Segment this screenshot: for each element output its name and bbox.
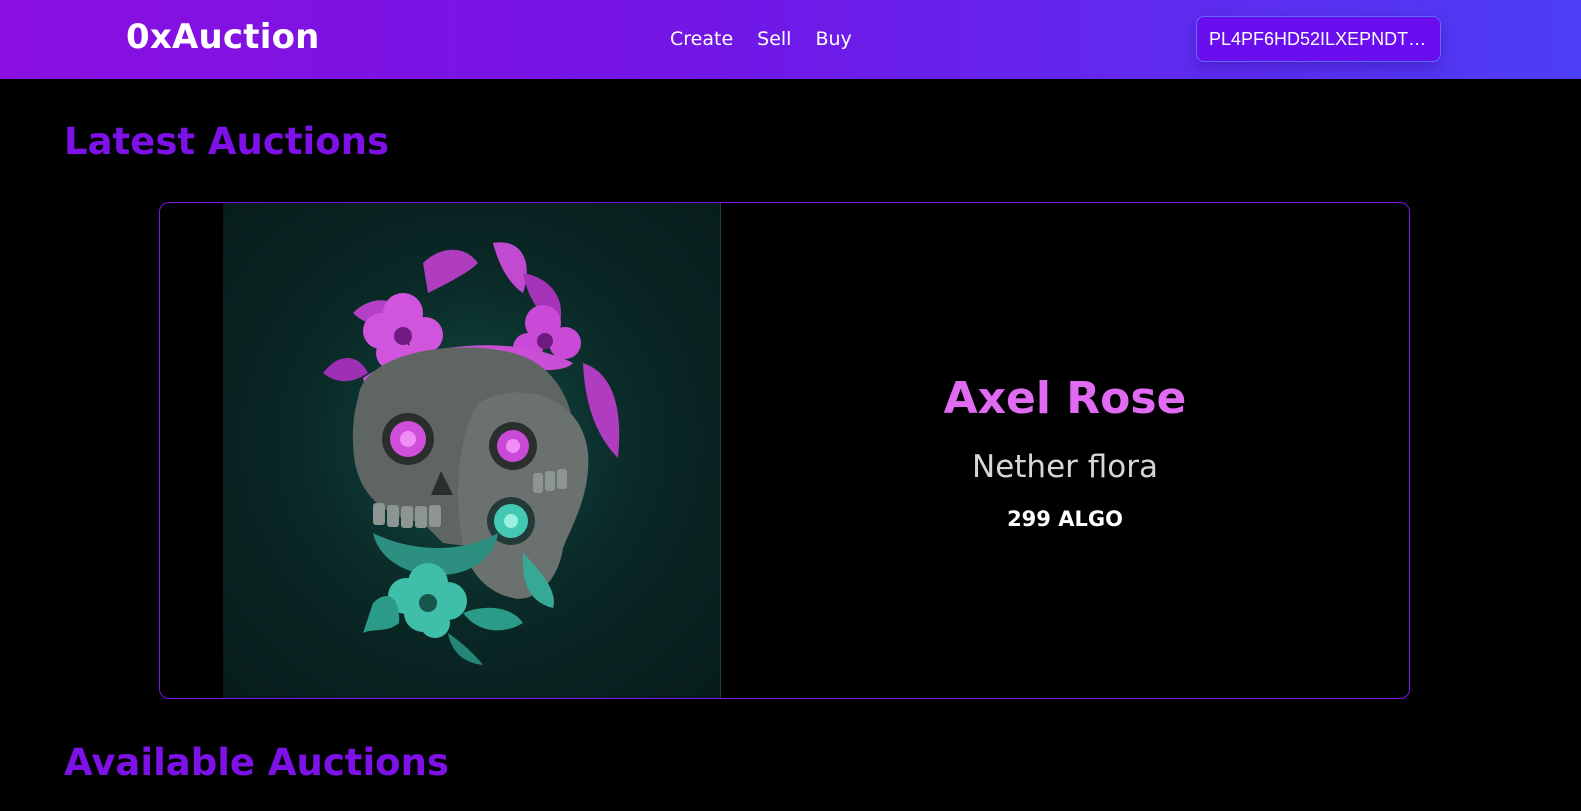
page: 0xAuction Create Sell Buy PL4PF6HD52ILXE… <box>0 0 1581 811</box>
auction-details: Axel Rose Nether flora 299 ALGO <box>720 203 1409 698</box>
nav-link-create[interactable]: Create <box>670 28 733 50</box>
brand-logo[interactable]: 0xAuction <box>126 17 320 57</box>
nft-collection-name: Nether flora <box>972 449 1158 485</box>
nav-link-sell[interactable]: Sell <box>757 28 791 50</box>
nft-price: 299 ALGO <box>1007 507 1123 531</box>
main-nav: Create Sell Buy <box>670 28 852 50</box>
nft-title: Axel Rose <box>943 373 1187 424</box>
latest-auctions-heading: Latest Auctions <box>64 120 389 163</box>
nav-link-buy[interactable]: Buy <box>815 28 851 50</box>
top-navbar: 0xAuction Create Sell Buy PL4PF6HD52ILXE… <box>0 0 1581 79</box>
nft-image <box>223 203 721 698</box>
available-auctions-heading: Available Auctions <box>64 741 449 784</box>
wallet-address-button[interactable]: PL4PF6HD52ILXEPNDTT... <box>1196 16 1441 62</box>
featured-auction-card[interactable]: Axel Rose Nether flora 299 ALGO <box>159 202 1410 699</box>
skull-flowers-artwork-icon <box>223 203 720 698</box>
